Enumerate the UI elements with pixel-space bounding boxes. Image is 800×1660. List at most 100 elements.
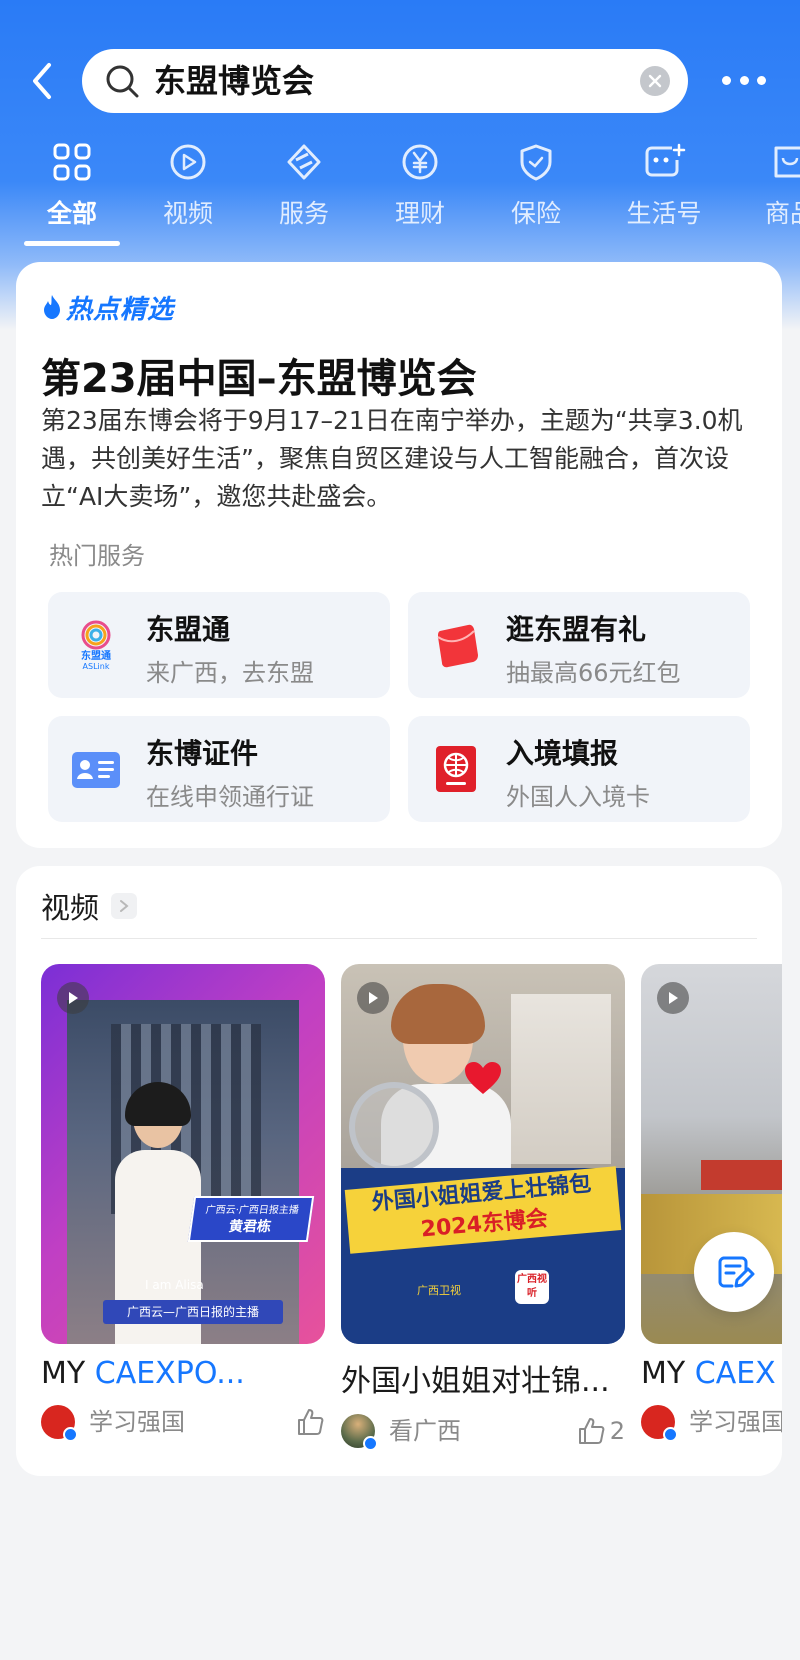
play-icon <box>57 982 89 1014</box>
tab-insurance[interactable]: 保险 <box>486 140 586 240</box>
tab-finance[interactable]: 理财 <box>370 140 470 240</box>
thumbnail-bag <box>349 1082 439 1172</box>
video-title-highlight: CAEX <box>694 1356 776 1391</box>
video-title[interactable]: 外国小姐姐对壮锦... <box>341 1356 625 1400</box>
service-asean-gift[interactable]: 逛东盟有礼 抽最高66元红包 <box>408 592 750 698</box>
verified-icon <box>363 1436 378 1451</box>
asean-link-logo: 东盟通 ASLink <box>81 620 111 671</box>
yen-icon <box>398 140 442 184</box>
tab-shop[interactable]: 商品 <box>740 140 800 240</box>
search-input[interactable]: 东盟博览会 <box>82 49 688 113</box>
thumbnail-building <box>701 1160 782 1190</box>
grid-icon <box>50 140 94 184</box>
video-meta: 学习强国 <box>641 1405 782 1442</box>
service-subtitle: 在线申领通行证 <box>146 783 314 811</box>
tab-all[interactable]: 全部 <box>22 140 122 240</box>
service-subtitle: 外国人入境卡 <box>506 783 650 811</box>
videos-card: 视频 广西云·广西日报主播 黄君栋 I am Alisa 广西云—广西日报的主播 <box>16 866 782 1476</box>
videos-section-title: 视频 <box>41 891 100 925</box>
more-dot <box>739 75 749 85</box>
video-item[interactable]: 广西云·广西日报主播 黄君栋 I am Alisa 广西云—广西日报的主播 MY… <box>41 964 325 1442</box>
video-source[interactable]: 看广西 <box>389 1414 461 1448</box>
tab-label: 视频 <box>162 199 213 228</box>
tab-life[interactable]: 生活号 <box>614 140 714 240</box>
service-entry-declaration[interactable]: 入境填报 外国人入境卡 <box>408 716 750 822</box>
service-title: 入境填报 <box>506 737 619 770</box>
thumbnail-background <box>511 994 611 1164</box>
chevron-left-icon <box>33 63 51 99</box>
search-icon <box>106 65 139 98</box>
clear-button[interactable] <box>640 66 670 96</box>
service-expo-credentials[interactable]: 东博证件 在线申领通行证 <box>48 716 390 822</box>
video-source[interactable]: 学习强国 <box>689 1405 782 1439</box>
back-button[interactable] <box>22 56 62 106</box>
play-icon <box>166 140 210 184</box>
service-subtitle: 抽最高66元红包 <box>506 659 681 687</box>
like-count: 2 <box>609 1417 625 1445</box>
feature-description: 第23届东博会将于9月17–21日在南宁举办，主题为“共享3.0机遇，共创美好生… <box>41 406 743 511</box>
video-title-prefix: MY <box>641 1356 695 1391</box>
divider <box>41 938 757 939</box>
feature-title[interactable]: 第23届中国–东盟博览会 <box>41 346 477 404</box>
thumbs-up-icon <box>298 1409 324 1435</box>
service-title: 东博证件 <box>146 737 259 770</box>
shop-icon <box>768 140 800 184</box>
shield-icon <box>514 140 558 184</box>
category-tabs: 全部 视频 服务 理财 保险 生活号 商品 <box>0 140 800 250</box>
hot-picks-label: 热点精选 <box>66 294 175 325</box>
tab-label: 全部 <box>46 199 97 228</box>
video-item[interactable]: 外国小姐姐爱上壮锦包 2024东博会 广西卫视 广西视听 外国小姐姐对壮锦...… <box>341 964 625 1451</box>
more-dot <box>722 75 731 85</box>
flame-icon <box>44 295 60 319</box>
tab-label: 保险 <box>510 199 561 228</box>
service-title: 逛东盟有礼 <box>506 613 647 646</box>
channel-logo: 广西卫视 <box>417 1284 461 1297</box>
service-subtitle: 来广西，去东盟 <box>146 659 314 687</box>
chevron-right-icon <box>111 893 138 919</box>
name-tag-name: 黄君栋 <box>227 1219 272 1235</box>
edit-note-icon <box>718 1256 755 1288</box>
service-title: 东盟通 <box>146 613 231 646</box>
subtitle-banner: 广西云—广西日报的主播 <box>103 1300 283 1324</box>
passport-icon <box>436 746 476 792</box>
video-title[interactable]: MY CAEXPO... <box>41 1356 325 1391</box>
like-button[interactable]: 2 <box>576 1414 625 1448</box>
hot-services-label: 热门服务 <box>49 542 145 570</box>
layers-icon <box>282 140 326 184</box>
clear-icon <box>648 74 662 88</box>
search-query: 东盟博览会 <box>154 62 315 100</box>
heart-icon <box>465 1062 501 1094</box>
thumbs-up-icon <box>578 1418 605 1444</box>
video-item[interactable]: MY CAEX 学习强国 <box>641 964 782 1442</box>
tab-label: 生活号 <box>626 199 702 228</box>
like-button[interactable] <box>295 1405 325 1439</box>
play-icon <box>357 982 389 1014</box>
more-dot <box>757 75 766 85</box>
video-thumbnail[interactable]: 外国小姐姐爱上壮锦包 2024东博会 广西卫视 广西视听 <box>341 964 625 1344</box>
life-icon <box>642 140 686 184</box>
logo-subtext: ASLink <box>83 662 110 671</box>
active-tab-indicator <box>24 241 120 246</box>
featured-card: 热点精选 第23届中国–东盟博览会 第23届东博会将于9月17–21日在南宁举办… <box>16 262 782 848</box>
name-tag-caption: 广西云·广西日报主播 <box>204 1205 300 1216</box>
video-title-prefix: 外国小姐姐对壮锦... <box>341 1364 610 1399</box>
more-button[interactable] <box>722 62 766 98</box>
id-card-icon <box>72 752 120 788</box>
play-icon <box>657 982 689 1014</box>
red-envelope-icon <box>437 624 478 668</box>
subtitle-line: I am Alisa <box>145 1278 204 1292</box>
tab-video[interactable]: 视频 <box>138 140 238 240</box>
floating-action-button[interactable] <box>694 1232 774 1312</box>
video-thumbnail[interactable]: 广西云·广西日报主播 黄君栋 I am Alisa 广西云—广西日报的主播 <box>41 964 325 1344</box>
videos-section-header[interactable]: 视频 <box>41 884 138 928</box>
video-meta: 看广西 2 <box>341 1414 625 1451</box>
video-source[interactable]: 学习强国 <box>89 1405 185 1439</box>
tab-services[interactable]: 服务 <box>254 140 354 240</box>
video-title-prefix: MY <box>41 1356 95 1391</box>
tab-label: 服务 <box>278 199 329 228</box>
verified-icon <box>63 1427 78 1442</box>
video-title[interactable]: MY CAEX <box>641 1356 782 1391</box>
tab-label: 理财 <box>394 199 445 228</box>
tab-label: 商品 <box>764 199 800 228</box>
service-asean-link[interactable]: 东盟通 ASLink 东盟通 来广西，去东盟 <box>48 592 390 698</box>
